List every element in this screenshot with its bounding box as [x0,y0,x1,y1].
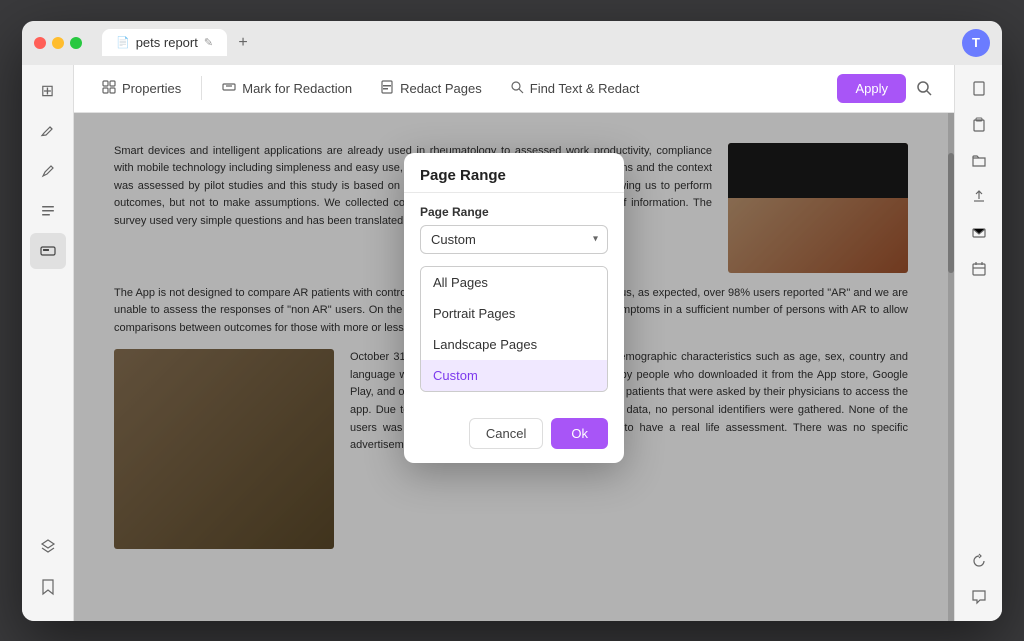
left-sidebar: ⊞ [22,65,74,621]
redact-pages-icon [380,80,394,97]
close-button[interactable] [34,37,46,49]
toolbar: Properties Mark for Redaction Redact Pag… [74,65,954,113]
modal-body: Page Range Custom All Pages Portrait Pag… [404,193,624,418]
dropdown-options-list: All Pages Portrait Pages Landscape Pages… [420,266,608,392]
doc-view: Smart devices and intelligent applicatio… [74,113,954,621]
redact-pages-button[interactable]: Redact Pages [368,74,494,103]
page-range-select[interactable]: Custom All Pages Portrait Pages Landscap… [420,225,608,254]
sidebar-icon-redaction[interactable] [30,233,66,269]
right-icon-upload[interactable] [963,181,995,213]
tab-label: pets report [136,35,198,50]
redact-pages-label: Redact Pages [400,81,482,96]
option-portrait-pages[interactable]: Portrait Pages [421,298,607,329]
page-range-modal: Page Range Page Range Custom All Pages P… [404,153,624,463]
sidebar-icon-grid[interactable]: ⊞ [30,73,66,109]
properties-button[interactable]: Properties [90,74,193,103]
right-icon-chat[interactable] [963,581,995,613]
sidebar-icon-list[interactable] [30,193,66,229]
right-icon-mail[interactable] [963,217,995,249]
search-icon[interactable] [910,74,938,102]
modal-title: Page Range [404,153,624,193]
tab-pets-report[interactable]: 📄 pets report ✎ [102,29,227,56]
find-text-icon [510,80,524,97]
right-icon-folder[interactable] [963,145,995,177]
option-custom[interactable]: Custom [421,360,607,391]
cancel-button[interactable]: Cancel [469,418,543,449]
right-icon-sync[interactable] [963,545,995,577]
main-area: ⊞ [22,65,1002,621]
tab-edit-icon[interactable]: ✎ [204,36,213,49]
traffic-lights [34,37,82,49]
select-wrapper: Custom All Pages Portrait Pages Landscap… [420,225,608,254]
mark-for-redaction-label: Mark for Redaction [242,81,352,96]
app-window: 📄 pets report ✎ + T ⊞ [22,21,1002,621]
sidebar-icon-layers[interactable] [30,529,66,565]
right-sidebar [954,65,1002,621]
titlebar: 📄 pets report ✎ + T [22,21,1002,65]
find-text-label: Find Text & Redact [530,81,640,96]
avatar: T [962,29,990,57]
modal-overlay: Page Range Page Range Custom All Pages P… [74,113,954,621]
properties-label: Properties [122,81,181,96]
modal-footer: Cancel Ok [404,418,624,463]
tab-doc-icon: 📄 [116,36,130,49]
right-icon-page[interactable] [963,73,995,105]
option-all-pages[interactable]: All Pages [421,267,607,298]
right-icon-calendar[interactable] [963,253,995,285]
mark-redaction-icon [222,80,236,97]
sidebar-icon-bookmark[interactable] [30,569,66,605]
apply-button[interactable]: Apply [837,74,906,103]
sidebar-icon-pen[interactable] [30,153,66,189]
fullscreen-button[interactable] [70,37,82,49]
ok-button[interactable]: Ok [551,418,608,449]
content-area: Properties Mark for Redaction Redact Pag… [74,65,954,621]
right-icon-clipboard[interactable] [963,109,995,141]
properties-icon [102,80,116,97]
tab-area: 📄 pets report ✎ + [102,29,954,56]
find-text-redact-button[interactable]: Find Text & Redact [498,74,652,103]
modal-field-label: Page Range [420,205,608,219]
add-tab-button[interactable]: + [231,31,255,55]
mark-for-redaction-button[interactable]: Mark for Redaction [210,74,364,103]
minimize-button[interactable] [52,37,64,49]
sidebar-bottom [30,529,66,613]
sidebar-icon-edit[interactable] [30,113,66,149]
option-landscape-pages[interactable]: Landscape Pages [421,329,607,360]
